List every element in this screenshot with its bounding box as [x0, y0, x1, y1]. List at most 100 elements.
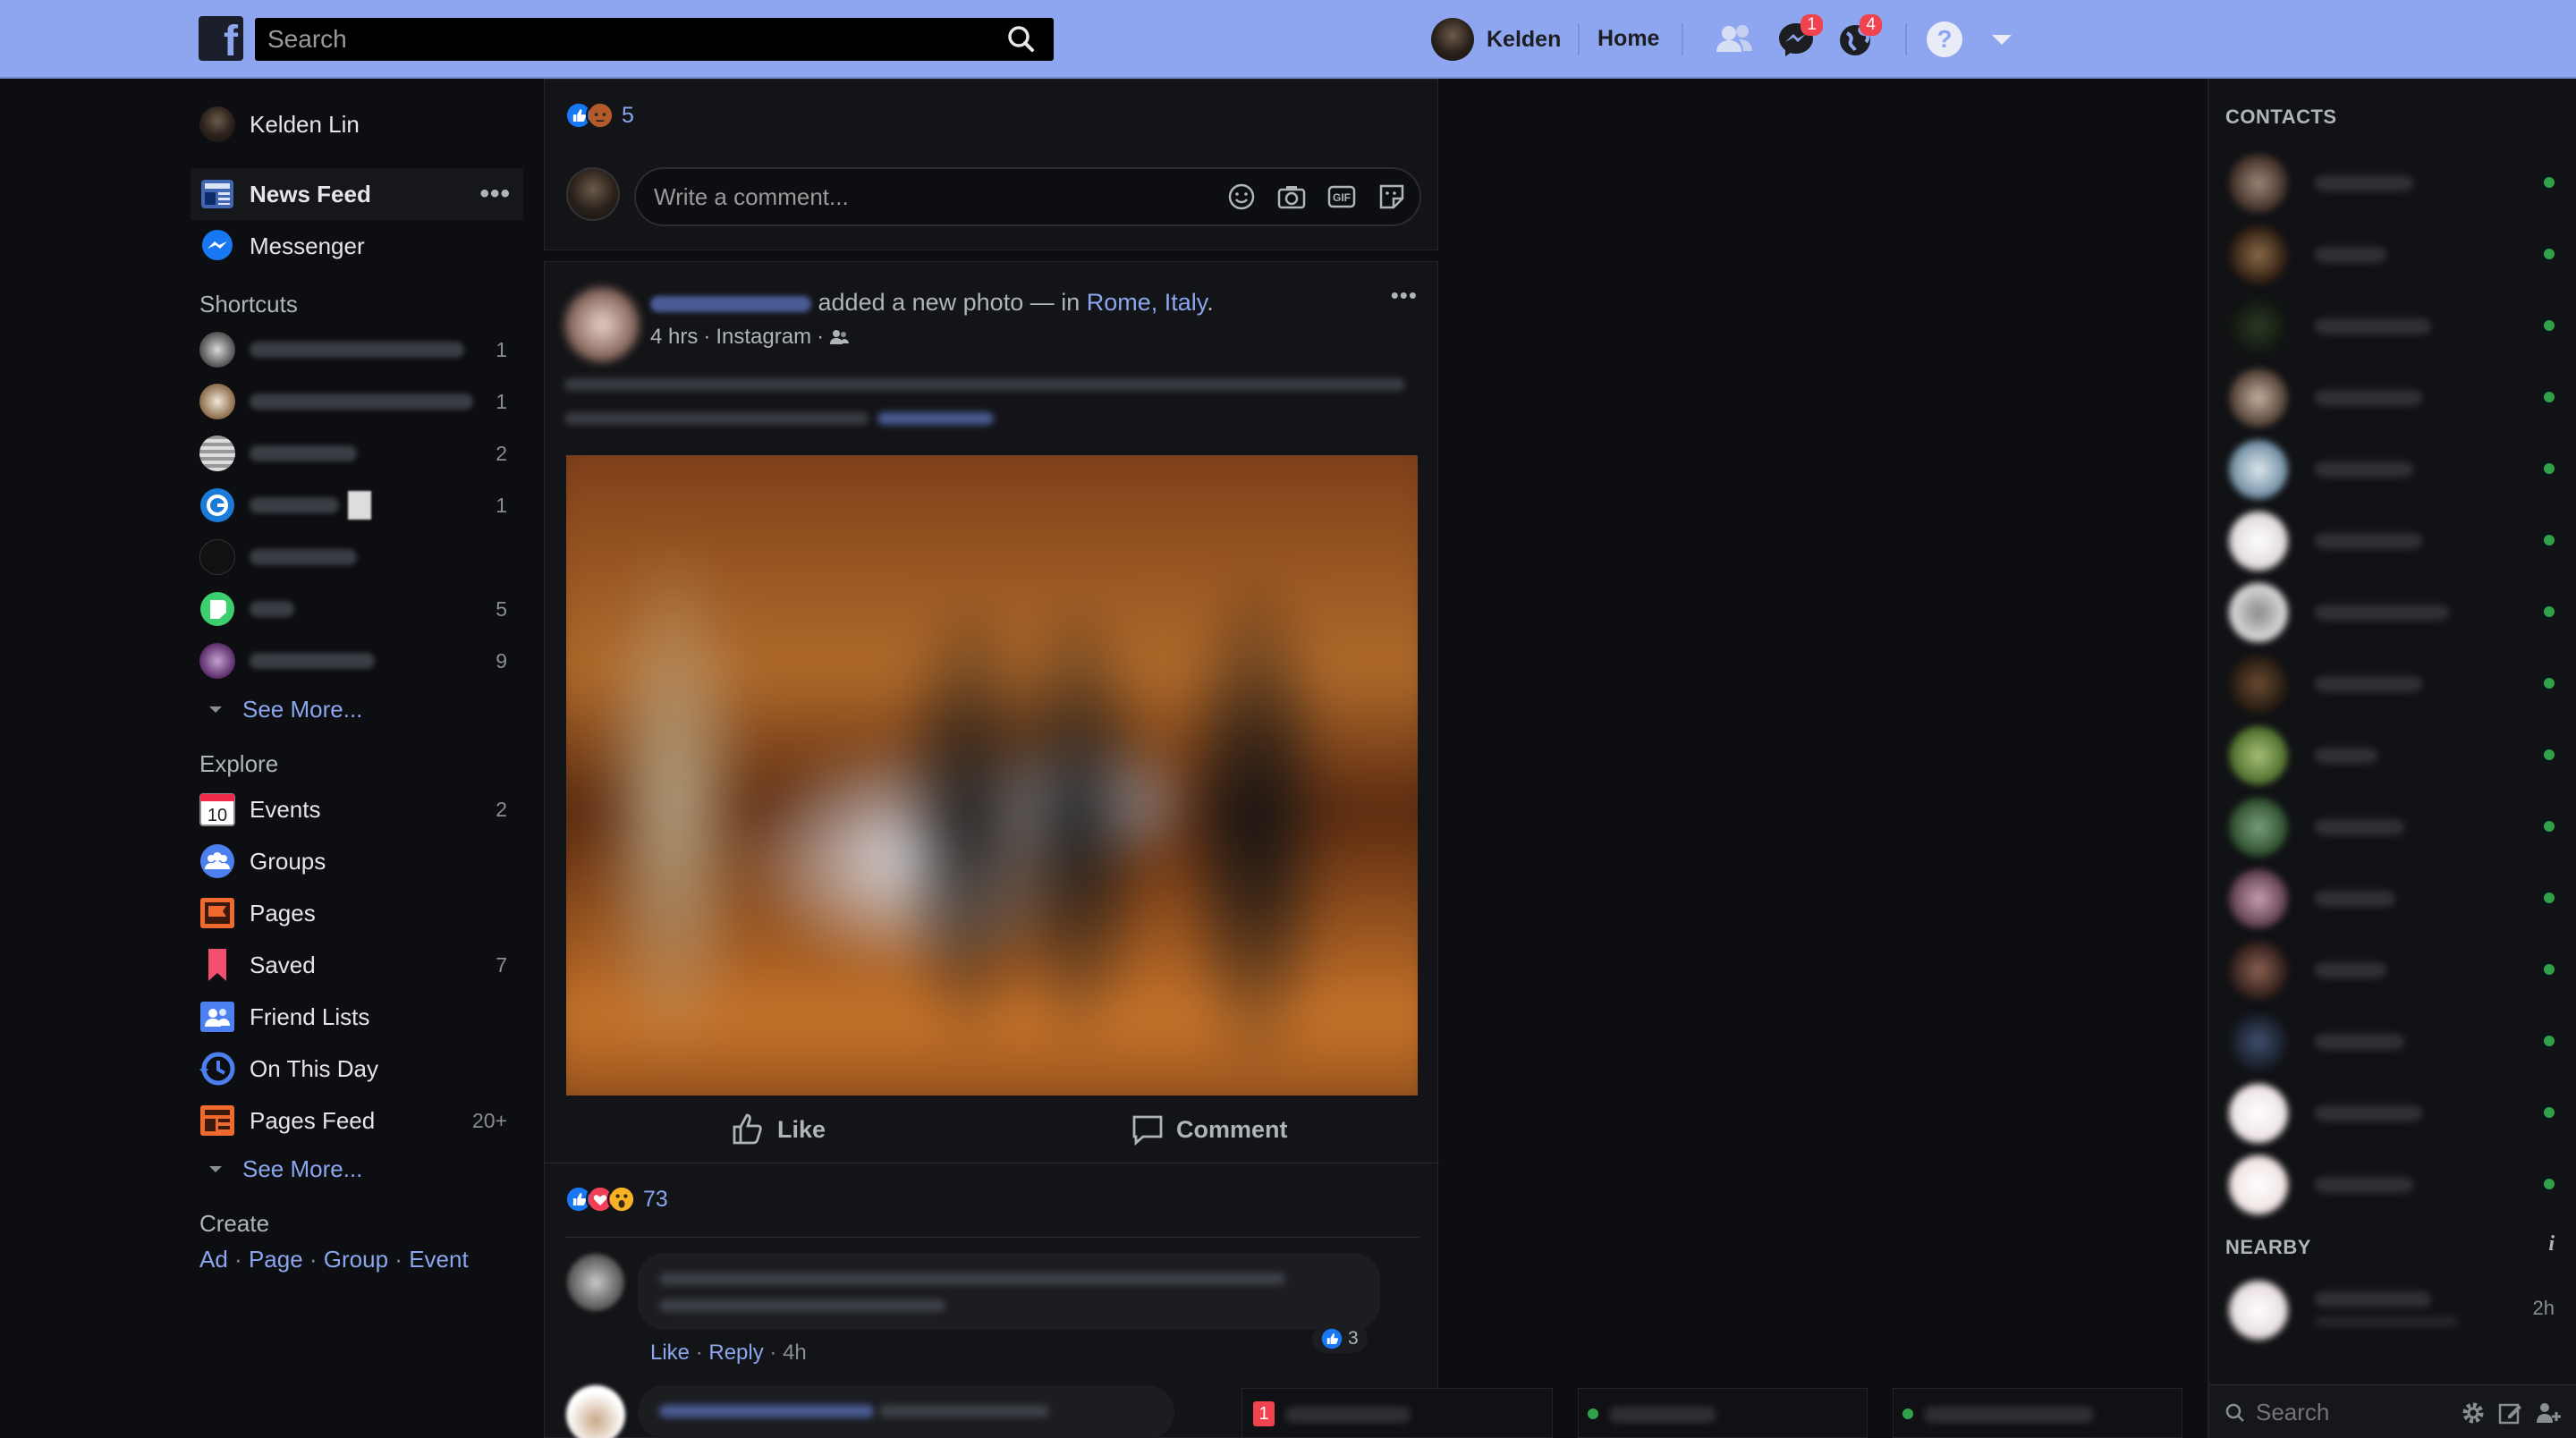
contact-item[interactable]	[2225, 1003, 2565, 1075]
facebook-logo-icon[interactable]: f	[199, 16, 243, 61]
contact-avatar	[2229, 154, 2288, 213]
chat-search-input[interactable]	[2256, 1392, 2435, 1432]
post-time[interactable]: 4 hrs	[650, 325, 698, 350]
sidebar-item-label: Kelden Lin	[250, 110, 360, 138]
post-menu-icon[interactable]: •••	[1391, 282, 1418, 309]
sidebar-item-news-feed[interactable]: News Feed •••	[191, 168, 523, 220]
search-button[interactable]	[991, 18, 1054, 61]
sticker-icon[interactable]	[1377, 182, 1407, 212]
contact-item[interactable]	[2225, 1075, 2565, 1146]
sidebar-item-profile[interactable]: Kelden Lin	[191, 98, 523, 150]
search-input[interactable]	[255, 18, 988, 61]
caret-down-icon	[209, 1166, 222, 1172]
blurred-hashtag[interactable]	[877, 412, 994, 425]
shortcut-item[interactable]: 1	[191, 324, 523, 376]
comment-like-link[interactable]: Like	[650, 1341, 690, 1365]
section-title-shortcuts: Shortcuts	[199, 291, 298, 317]
reaction-summary[interactable]: 73	[564, 1185, 668, 1214]
caret-down-icon	[1992, 35, 2012, 45]
gif-icon[interactable]: GIF	[1326, 182, 1357, 212]
see-more-explore[interactable]: See More...	[191, 1146, 523, 1191]
item-count: 2	[496, 797, 507, 821]
see-more-link[interactable]: See More...	[242, 696, 362, 723]
commenter-avatar[interactable]	[566, 1253, 625, 1312]
gear-icon[interactable]	[2460, 1400, 2487, 1426]
online-indicator	[2544, 463, 2555, 474]
commenter-avatar[interactable]	[566, 1385, 625, 1438]
contact-item[interactable]	[2225, 503, 2565, 574]
blurred-chat-name	[1924, 1407, 2094, 1423]
location-link[interactable]: Rome, Italy	[1087, 289, 1208, 316]
blurred-commenter-name	[659, 1405, 874, 1417]
camera-icon[interactable]	[1276, 182, 1307, 212]
compose-icon[interactable]	[2497, 1400, 2524, 1426]
blurred-chat-name	[1609, 1407, 1716, 1423]
sidebar-item-pages-feed[interactable]: Pages Feed 20+	[191, 1095, 523, 1146]
more-options-icon[interactable]: •••	[479, 179, 511, 209]
help-button[interactable]: ?	[1921, 18, 1968, 61]
contact-item[interactable]	[2225, 574, 2565, 646]
post-source[interactable]: Instagram	[716, 325, 811, 350]
notifications-button[interactable]: 4	[1834, 14, 1882, 61]
contact-item[interactable]	[2225, 431, 2565, 503]
comment-button[interactable]: Comment	[1130, 1095, 1288, 1163]
profile-link[interactable]: Kelden	[1431, 17, 1561, 62]
sidebar-item-label: News Feed	[250, 180, 371, 207]
chat-tab[interactable]	[1893, 1388, 2182, 1438]
shortcut-item[interactable]: 1	[191, 479, 523, 531]
contact-item[interactable]	[2225, 860, 2565, 932]
shortcut-item[interactable]: 5	[191, 583, 523, 635]
online-indicator	[2544, 892, 2555, 903]
create-page-link[interactable]: Page	[249, 1246, 303, 1273]
post-photo[interactable]	[566, 455, 1418, 1095]
contact-item[interactable]	[2225, 717, 2565, 789]
info-icon[interactable]: i	[2548, 1232, 2555, 1256]
sidebar-item-messenger[interactable]: Messenger	[191, 220, 523, 272]
sidebar-item-groups[interactable]: Groups	[191, 835, 523, 887]
nearby-contact-item[interactable]: 2h	[2225, 1272, 2565, 1343]
contact-item[interactable]	[2225, 145, 2565, 216]
sidebar-item-on-this-day[interactable]: On This Day	[191, 1043, 523, 1095]
sidebar-item-saved[interactable]: Saved 7	[191, 939, 523, 991]
sidebar-item-friend-lists[interactable]: Friend Lists	[191, 991, 523, 1043]
comment-time[interactable]: 4h	[783, 1341, 807, 1365]
see-more-shortcuts[interactable]: See More...	[191, 687, 523, 732]
shortcut-item[interactable]	[191, 531, 523, 583]
online-indicator	[2544, 1036, 2555, 1046]
chat-tab[interactable]	[1578, 1388, 1868, 1438]
contact-item[interactable]	[2225, 932, 2565, 1003]
shortcut-item[interactable]: 1	[191, 376, 523, 427]
comment-reply-link[interactable]: Reply	[708, 1341, 763, 1365]
create-ad-link[interactable]: Ad	[199, 1246, 228, 1273]
contact-item[interactable]	[2225, 360, 2565, 431]
avatar	[1431, 18, 1474, 61]
audience-friends-icon[interactable]	[829, 327, 851, 347]
like-button[interactable]: Like	[731, 1095, 826, 1163]
create-group-link[interactable]: Group	[324, 1246, 388, 1273]
sidebar-item-events[interactable]: 10 Events 2	[191, 783, 523, 835]
contact-item[interactable]	[2225, 216, 2565, 288]
account-menu-button[interactable]	[1979, 18, 2025, 61]
reaction-summary[interactable]: 5	[564, 101, 634, 130]
chat-tab[interactable]: 1	[1241, 1388, 1553, 1438]
messages-button[interactable]: 1	[1775, 14, 1823, 61]
nearby-time: 2h	[2532, 1297, 2555, 1319]
contact-item[interactable]	[2225, 789, 2565, 860]
shortcut-item[interactable]: 2	[191, 427, 523, 479]
friend-requests-button[interactable]	[1712, 18, 1758, 61]
emoji-icon[interactable]	[1226, 182, 1257, 212]
sidebar-item-pages[interactable]: Pages	[191, 887, 523, 939]
author-avatar[interactable]	[564, 287, 640, 362]
blurred-author-name[interactable]	[650, 295, 811, 312]
see-more-link[interactable]: See More...	[242, 1155, 362, 1183]
contact-item[interactable]	[2225, 288, 2565, 360]
create-event-link[interactable]: Event	[409, 1246, 469, 1273]
create-group-icon[interactable]	[2535, 1400, 2563, 1426]
contact-item[interactable]	[2225, 1146, 2565, 1218]
shortcut-item[interactable]: 9	[191, 635, 523, 687]
home-link[interactable]: Home	[1597, 26, 1659, 52]
comment-reactions[interactable]: 3	[1312, 1324, 1368, 1353]
comment-input[interactable]	[654, 169, 1191, 224]
post-header: added a new photo — in Rome, Italy.	[650, 289, 1214, 317]
contact-item[interactable]	[2225, 646, 2565, 717]
